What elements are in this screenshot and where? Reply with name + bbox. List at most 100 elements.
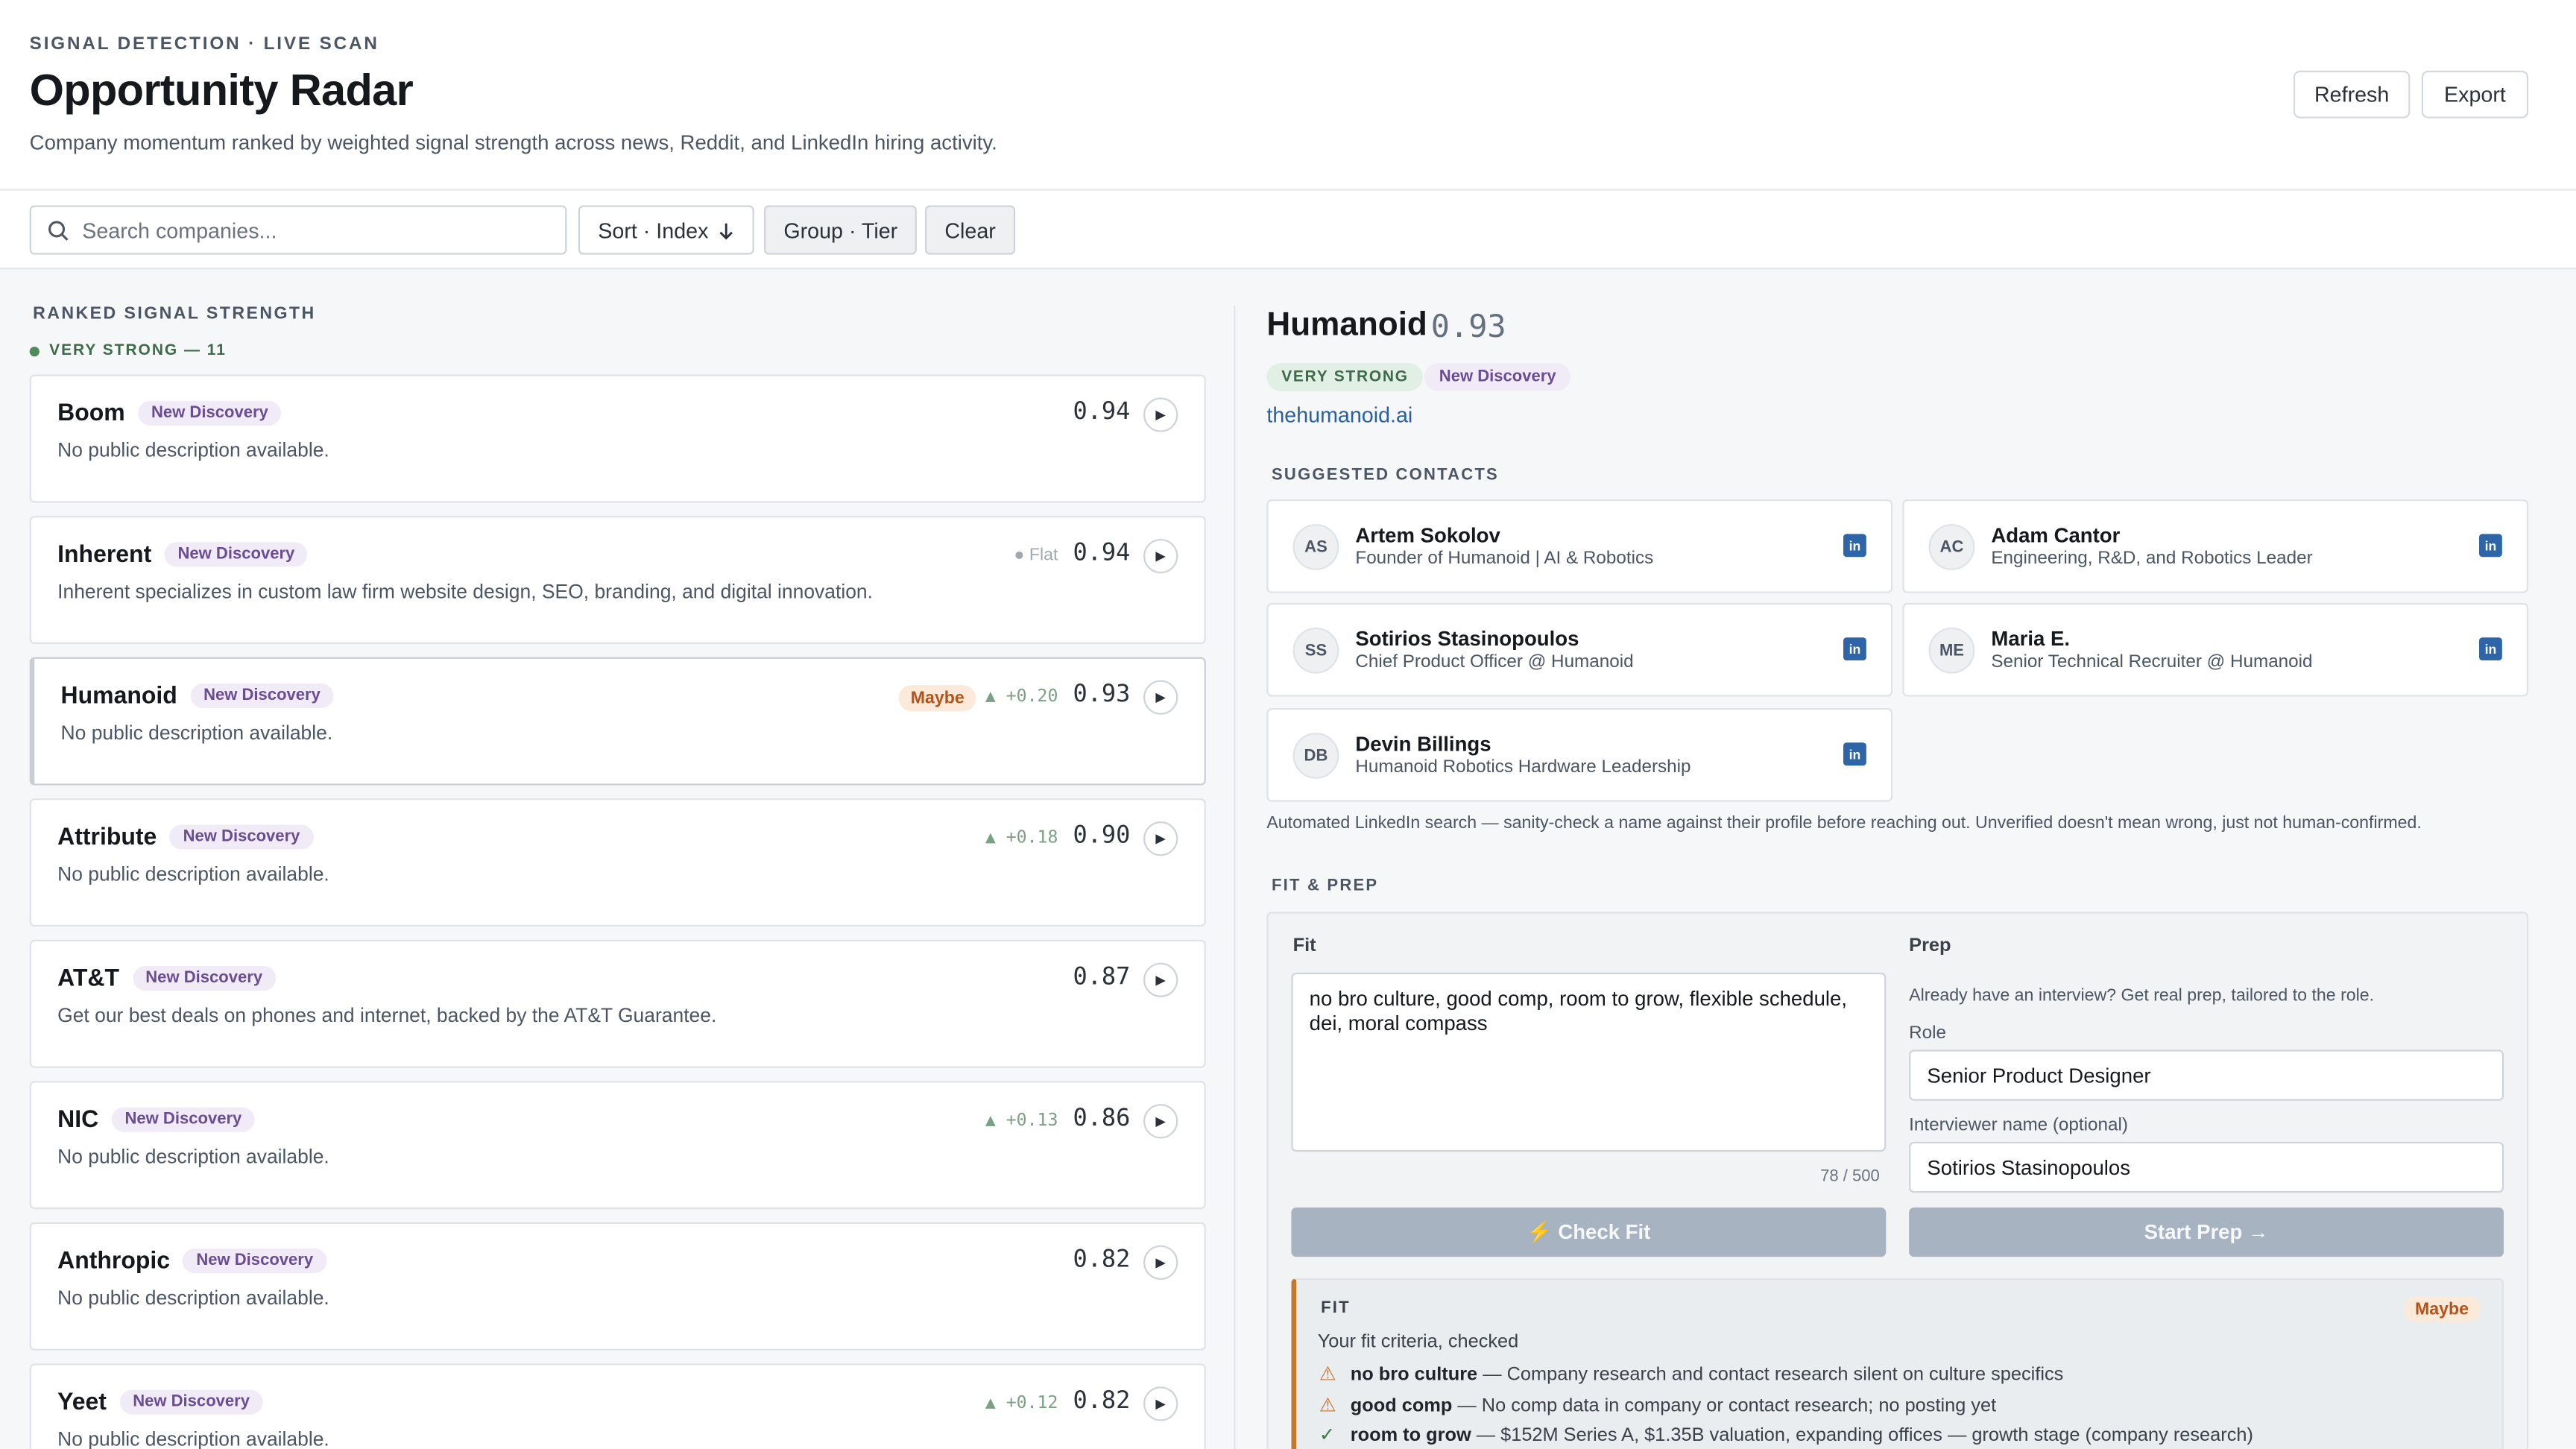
new-discovery-badge: New Discovery [119, 1389, 263, 1415]
fit-criterion-row: ✓ room to grow — $152M Series A, $1.35B v… [1319, 1423, 2253, 1446]
contact-role: Senior Technical Recruiter @ Humanoid [1991, 652, 2313, 672]
company-name-text: AT&T [57, 966, 120, 993]
contact-card[interactable]: ME Maria E. Senior Technical Recruiter @… [1902, 602, 2529, 697]
new-discovery-badge: New Discovery [190, 683, 334, 708]
group-button[interactable]: Group · Tier [763, 205, 918, 255]
company-name-text: Attribute [57, 824, 157, 851]
company-card[interactable]: Inherent New Discovery Inherent specializ… [29, 516, 1206, 645]
tier-label-text: VERY STRONG — 11 [49, 341, 227, 360]
page-subtitle: Company momentum ranked by weighted sign… [29, 131, 997, 155]
fit-label: Fit [1292, 936, 1316, 956]
clear-button[interactable]: Clear [924, 205, 1016, 255]
company-description: No public description available. [57, 1145, 329, 1169]
char-counter: 78 / 500 [1820, 1168, 1880, 1187]
contact-card[interactable]: DB Devin Billings Humanoid Robotics Hard… [1266, 707, 1893, 802]
page-header: SIGNAL DETECTION · LIVE SCAN Opportunity… [0, 0, 2576, 191]
warning-icon: ⚠ [1319, 1396, 1336, 1416]
fit-prep-heading: FIT & PREP [1271, 877, 1379, 896]
company-card[interactable]: Yeet New Discovery No public description … [29, 1363, 1206, 1449]
chevron-right-icon[interactable]: ▶ [1143, 680, 1178, 715]
warning-icon: ⚠ [1319, 1365, 1336, 1386]
fit-maybe-badge: Maybe [899, 685, 976, 712]
company-name: Humanoid New Discovery [61, 683, 334, 710]
contact-role: Founder of Humanoid | AI & Robotics [1355, 549, 1654, 569]
refresh-button[interactable]: Refresh [2293, 70, 2411, 119]
criterion-term: no bro culture [1350, 1365, 1478, 1386]
chevron-right-icon[interactable]: ▶ [1143, 1245, 1178, 1280]
company-name-text: Boom [57, 400, 125, 428]
company-website-link[interactable]: thehumanoid.ai [1266, 402, 1412, 427]
chevron-right-icon[interactable]: ▶ [1143, 821, 1178, 856]
prep-label: Prep [1909, 936, 1951, 956]
company-description: No public description available. [57, 1286, 329, 1310]
company-card[interactable]: Attribute New Discovery No public descrip… [29, 798, 1206, 927]
interviewer-label: Interviewer name (optional) [1909, 1115, 2128, 1136]
linkedin-icon[interactable]: in [1843, 742, 1866, 766]
signal-score: 0.87 [1073, 964, 1131, 991]
contact-card[interactable]: SS Sotirios Stasinopoulos Chief Product … [1266, 602, 1893, 697]
detail-company-name: Humanoid [1266, 307, 1427, 344]
check-icon: ✓ [1319, 1426, 1336, 1446]
contact-name: Artem Sokolov [1355, 524, 1500, 547]
avatar: DB [1292, 733, 1339, 779]
linkedin-icon[interactable]: in [1843, 534, 1866, 558]
avatar: SS [1292, 627, 1339, 674]
chevron-right-icon[interactable]: ▶ [1143, 397, 1178, 432]
criterion-text: — Company research and contact research … [1477, 1365, 2064, 1386]
interviewer-input[interactable]: Sotirios Stasinopoulos [1909, 1141, 2504, 1193]
start-prep-button[interactable]: Start Prep → [1909, 1208, 2504, 1257]
signal-score: 0.94 [1073, 540, 1131, 567]
chevron-right-icon[interactable]: ▶ [1143, 962, 1178, 997]
detail-score: 0.93 [1430, 309, 1506, 345]
fit-result-intro: Your fit criteria, checked [1317, 1332, 1519, 1352]
tier-label: VERY STRONG — 11 [29, 341, 227, 360]
contact-name: Devin Billings [1355, 733, 1491, 756]
company-name: Inherent New Discovery [57, 542, 308, 569]
signal-score: 0.82 [1073, 1388, 1131, 1415]
company-description: No public description available. [60, 721, 333, 745]
chevron-right-icon[interactable]: ▶ [1143, 1386, 1178, 1421]
export-button[interactable]: Export [2421, 70, 2529, 119]
trend-delta: ▲ +0.20 [985, 686, 1058, 707]
contact-role: Engineering, R&D, and Robotics Leader [1991, 549, 2313, 569]
company-description: No public description available. [57, 438, 329, 462]
chevron-right-icon[interactable]: ▶ [1143, 538, 1178, 574]
contact-name: Sotirios Stasinopoulos [1355, 627, 1579, 651]
company-card-selected[interactable]: Humanoid New Discovery No public descript… [29, 657, 1206, 786]
linkedin-icon[interactable]: in [1843, 637, 1866, 661]
new-discovery-badge: New Discovery [1424, 363, 1571, 391]
list-heading: RANKED SIGNAL STRENGTH [33, 303, 316, 324]
trend-delta: ▲ +0.12 [985, 1393, 1058, 1413]
arrow-down-icon [719, 222, 733, 239]
fit-verdict-badge: Maybe [2403, 1296, 2481, 1323]
trend-delta: ▲ +0.13 [985, 1110, 1058, 1131]
avatar: AS [1292, 524, 1339, 570]
search-placeholder: Search companies... [82, 218, 277, 244]
signal-score: 0.90 [1073, 823, 1131, 850]
contact-name: Maria E. [1991, 627, 2071, 651]
linkedin-icon[interactable]: in [2478, 637, 2502, 661]
fit-criteria-textarea[interactable]: no bro culture, good comp, room to grow,… [1291, 972, 1887, 1152]
company-card[interactable]: Anthropic New Discovery No public descrip… [29, 1222, 1206, 1351]
role-label: Role [1909, 1023, 1947, 1044]
company-card[interactable]: NIC New Discovery No public description a… [29, 1081, 1206, 1210]
criterion-term: room to grow [1350, 1426, 1471, 1446]
search-input[interactable]: Search companies... [29, 205, 567, 255]
company-description: No public description available. [57, 862, 329, 886]
fit-criterion-row: ⚠ good comp — No comp data in company or … [1319, 1393, 1996, 1416]
trend-flat-label: ● Flat [1014, 545, 1058, 566]
company-card[interactable]: AT&T New Discovery Get our best deals on … [29, 939, 1206, 1068]
company-name-text: Yeet [57, 1389, 107, 1416]
role-input[interactable]: Senior Product Designer [1909, 1049, 2504, 1101]
company-name: Yeet New Discovery [57, 1389, 263, 1416]
contacts-disclaimer: Automated LinkedIn search — sanity-check… [1266, 813, 2422, 833]
company-card[interactable]: Boom New Discovery No public description … [29, 374, 1206, 503]
linkedin-icon[interactable]: in [2478, 534, 2502, 558]
page-title: Opportunity Radar [29, 66, 414, 116]
contact-card[interactable]: AS Artem Sokolov Founder of Humanoid | A… [1266, 499, 1893, 593]
check-fit-button[interactable]: ⚡ Check Fit [1291, 1208, 1887, 1257]
sort-button[interactable]: Sort · Index [578, 205, 755, 255]
chevron-right-icon[interactable]: ▶ [1143, 1104, 1178, 1139]
contact-card[interactable]: AC Adam Cantor Engineering, R&D, and Rob… [1902, 499, 2529, 593]
prep-help-text: Already have an interview? Get real prep… [1909, 985, 2375, 1006]
